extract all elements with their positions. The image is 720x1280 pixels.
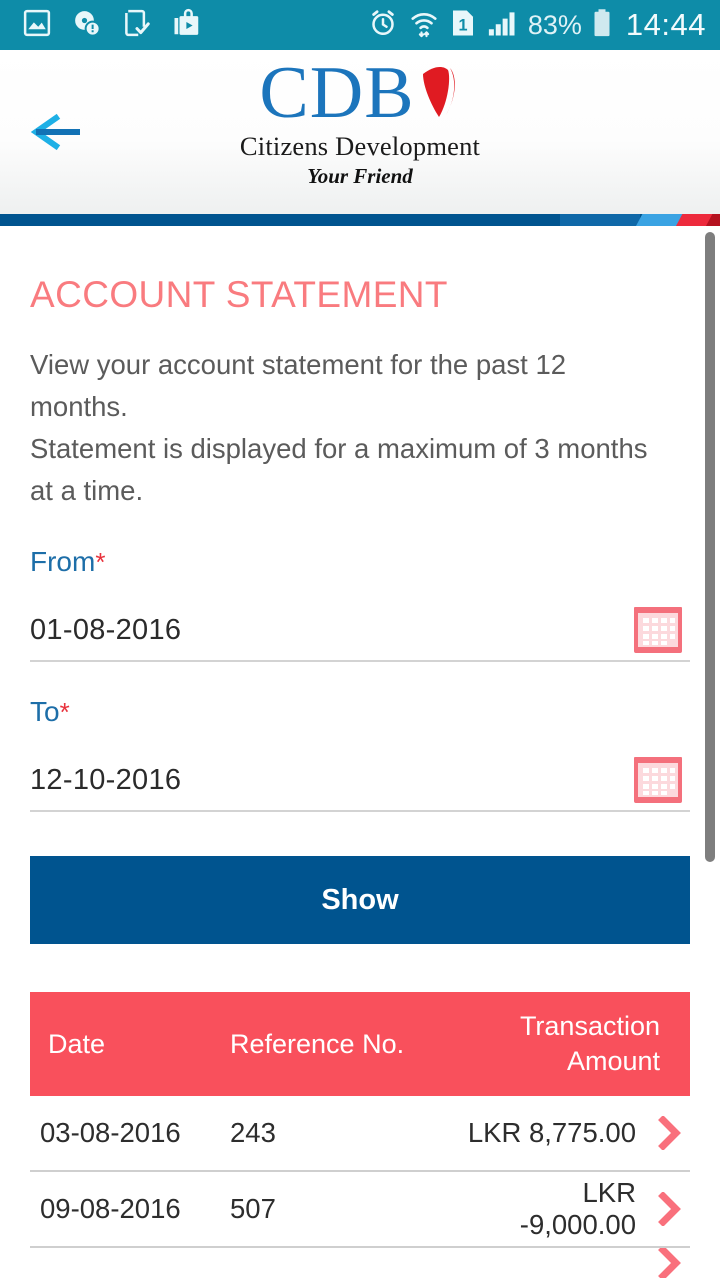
app-screen: 1 83% 14:44 CDB Citizens Development You… [0,0,720,1280]
to-date-value[interactable]: 12-10-2016 [30,764,181,797]
transactions-table: Date Reference No. Transaction Amount 03… [30,992,690,1278]
row-amount: LKR 8,775.00 [467,1117,636,1148]
status-bar: 1 83% 14:44 [0,0,720,50]
to-label-text: To [30,696,60,727]
brand-color-strip [0,214,720,226]
to-label: To* [30,696,690,728]
show-button[interactable]: Show [30,856,690,944]
signal-bars-icon [486,8,518,43]
row-date: 09-08-2016 [40,1193,181,1224]
main-content: ACCOUNT STATEMENT View your account stat… [0,226,720,1280]
to-required-marker: * [59,697,70,727]
row-reference: 243 [230,1117,276,1148]
strip-segment-blue-dark [0,214,560,226]
row-date: 03-08-2016 [40,1117,181,1148]
logo-main-row: CDB [210,56,510,130]
play-store-bag-icon [172,8,202,43]
from-required-marker: * [95,547,106,577]
column-header-reference: Reference No. [230,1028,405,1059]
from-date-value[interactable]: 01-08-2016 [30,614,181,647]
photo-image-icon [22,8,52,43]
from-label-text: From [30,546,96,577]
row-amount: LKR -9,000.00 [519,1177,636,1240]
status-bar-system: 1 83% 14:44 [368,7,706,43]
from-input-row[interactable]: 01-08-2016 [30,600,690,662]
to-date-field: To* 12-10-2016 [30,696,690,812]
status-clock: 14:44 [625,7,706,42]
calendar-icon[interactable] [630,751,686,807]
cdb-logo: CDB Citizens Development Your Friend [210,56,510,189]
to-input-row[interactable]: 12-10-2016 [30,750,690,812]
table-header-row: Date Reference No. Transaction Amount [30,992,690,1096]
from-date-field: From* 01-08-2016 [30,546,690,662]
logo-subtitle: Citizens Development [239,131,481,161]
description-line-2: Statement is displayed for a maximum of … [30,433,648,506]
status-bar-notifications [22,8,202,43]
column-header-amount: Transaction Amount [519,1011,660,1076]
from-label: From* [30,546,690,578]
table-row[interactable]: 09-08-2016 507 LKR -9,000.00 [30,1172,690,1248]
chevron-right-icon[interactable] [650,1248,690,1278]
description-line-1: View your account statement for the past… [30,349,567,422]
scrollbar-track[interactable] [704,226,716,1280]
logo-tagline: Your Friend [307,164,413,188]
column-header-date: Date [48,1028,106,1059]
chevron-right-icon[interactable] [650,1116,690,1150]
phone-check-icon [122,8,152,43]
alarm-clock-icon [368,8,398,43]
scrollbar-thumb[interactable] [705,232,715,862]
wifi-transfer-icon [408,8,440,43]
chevron-right-icon[interactable] [650,1192,690,1226]
back-arrow-icon [30,113,80,151]
battery-percent: 83% [527,9,582,40]
row-reference: 507 [230,1193,276,1224]
disc-info-icon [72,8,102,43]
calendar-icon[interactable] [630,601,686,657]
back-button[interactable] [22,105,94,159]
logo-mark-icon [417,60,461,131]
page-title: ACCOUNT STATEMENT [30,274,448,315]
logo-letters: CDB [259,52,415,134]
battery-icon [592,8,612,43]
sim-card-1-icon: 1 [450,8,476,43]
page-description: View your account statement for the past… [30,344,655,512]
table-row[interactable]: 03-08-2016 243 LKR 8,775.00 [30,1096,690,1172]
svg-text:1: 1 [458,16,467,34]
app-header: CDB Citizens Development Your Friend [0,50,720,214]
table-row[interactable] [30,1248,690,1278]
